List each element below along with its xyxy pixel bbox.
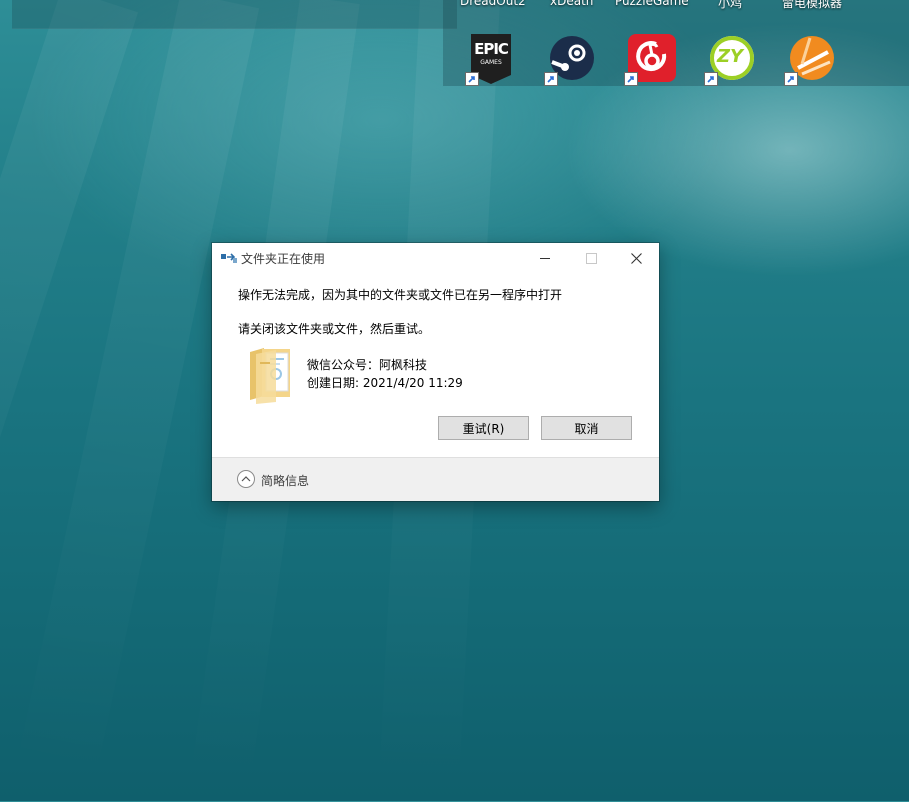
desktop-label[interactable]: 小鸡 [718,0,742,11]
desktop-icons-area: DreadOut2 xDeath PuzzleGame 小鸡 雷电模拟器 EPI… [443,0,909,86]
close-icon [630,252,642,264]
desktop-label[interactable]: PuzzleGame [615,0,689,8]
error-message: 操作无法完成，因为其中的文件夹或文件已在另一程序中打开 [238,288,563,302]
minimize-icon [540,257,550,259]
folder-icon [250,348,290,404]
steam-icon[interactable] [544,34,596,86]
item-created-date: 创建日期: 2021/4/20 11:29 [307,376,463,390]
chevron-up-icon [241,476,251,482]
retry-button[interactable]: 重试(R) [438,416,529,440]
desktop-label[interactable]: 雷电模拟器 [782,0,842,11]
maximize-button [568,243,614,273]
orange-app-icon[interactable] [784,34,836,86]
shortcut-arrow-icon [544,72,558,86]
shortcut-arrow-icon [704,72,718,86]
dialog-titlebar[interactable]: 文件夹正在使用 [212,243,659,273]
netease-music-icon[interactable] [624,34,676,86]
epic-text: EPIC [474,40,509,58]
shortcut-arrow-icon [784,72,798,86]
window-strip [12,0,457,29]
folder-in-use-dialog: 文件夹正在使用 操作无法完成，因为其中的文件夹或文件已在另一程序中打开 请关闭该… [212,243,659,501]
maximize-icon [585,252,597,264]
instruction-message: 请关闭该文件夹或文件，然后重试。 [238,322,431,336]
cancel-button[interactable]: 取消 [541,416,632,440]
file-move-icon [221,253,237,263]
shortcut-arrow-icon [465,72,479,86]
desktop-label[interactable]: DreadOut2 [460,0,526,8]
item-name: 微信公众号：阿枫科技 [307,358,428,372]
fewer-details-link[interactable]: 简略信息 [261,472,309,489]
epic-subtext: GAMES [480,59,502,66]
desktop-label[interactable]: xDeath [550,0,593,8]
green-app-icon[interactable]: ZY [704,34,756,86]
minimize-button[interactable] [522,243,568,273]
shortcut-arrow-icon [624,72,638,86]
zy-text: ZY [717,46,744,67]
dialog-title: 文件夹正在使用 [241,252,326,266]
close-button[interactable] [613,243,659,273]
collapse-details-button[interactable] [237,470,255,488]
epic-games-icon[interactable]: EPIC GAMES [465,34,513,86]
